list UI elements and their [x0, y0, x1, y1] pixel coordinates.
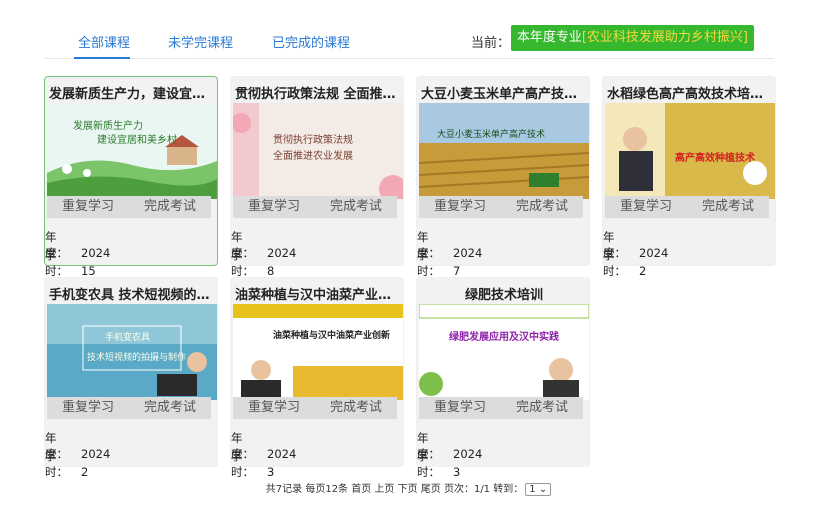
course-hours: 学 时： 3 — [417, 448, 460, 480]
course-hours: 学 时： 7 — [417, 247, 460, 279]
course-hours: 学 时： 15 — [45, 247, 96, 279]
repeat-study-button[interactable]: 重复学习 — [605, 196, 687, 218]
course-filter-tabs: 全部课程 未学完课程 已完成的课程 当前： 本年度专业[农业科技发展助力乡村振兴… — [44, 25, 774, 59]
hours-label: 学 时： — [417, 449, 440, 479]
course-thumbnail[interactable]: 大豆小麦玉米单产高产技术 — [419, 103, 589, 199]
take-exam-button[interactable]: 完成考试 — [129, 196, 211, 218]
course-title[interactable]: 水稻绿色高产高效技术培训... — [607, 83, 773, 102]
thumb-caption: 绿肥发展应用及汉中实践 — [449, 330, 559, 343]
course-title[interactable]: 绿肥技术培训 — [421, 284, 587, 303]
course-thumbnail[interactable]: 油菜种植与汉中油菜产业创新 — [233, 304, 403, 400]
take-exam-button[interactable]: 完成考试 — [129, 397, 211, 419]
current-year-badge: 本年度专业[农业科技发展助力乡村振兴] — [510, 25, 754, 51]
hours-value: 7 — [453, 264, 461, 278]
course-card[interactable]: 贯彻执行政策法规 全面推进... 贯彻执行政策法规 全面推进农业发展 重复学习 … — [230, 76, 404, 278]
hours-value: 2 — [81, 465, 89, 479]
thumb-caption: 贯彻执行政策法规 — [273, 133, 353, 146]
thumb-caption: 手机变农具 — [105, 331, 150, 343]
current-label: 当前： — [470, 36, 510, 51]
pagination-text: 共7记录 每页12条 首页 上页 下页 尾页 页次：1/1 转到： — [265, 484, 524, 495]
current-specialty: [农业科技发展助力乡村振兴] — [581, 30, 748, 45]
hours-value: 3 — [267, 465, 275, 479]
course-hours: 学 时： 2 — [603, 247, 646, 279]
course-title[interactable]: 贯彻执行政策法规 全面推进... — [235, 83, 401, 102]
hours-label: 学 时： — [603, 248, 626, 278]
course-hours: 学 时： 2 — [45, 448, 88, 480]
course-title[interactable]: 发展新质生产力，建设宜居... — [49, 83, 215, 102]
course-card[interactable]: 水稻绿色高产高效技术培训... 高产高效种植技术 重复学习 完成考试 年 度： 2… — [602, 76, 776, 278]
thumb-caption: 全面推进农业发展 — [273, 149, 353, 162]
course-card[interactable]: 大豆小麦玉米单产高产技术... 大豆小麦玉米单产高产技术 重复学习 完成考试 年… — [416, 76, 590, 278]
course-card[interactable]: 发展新质生产力，建设宜居... 发展新质生产力 建设宜居和美乡村 重复学习 完成… — [44, 76, 218, 278]
course-card[interactable]: 绿肥技术培训 绿肥发展应用及汉中实践 重复学习 完成考试 年 度： 2024 学 … — [416, 277, 590, 479]
take-exam-button[interactable]: 完成考试 — [687, 196, 769, 218]
hours-value: 3 — [453, 465, 461, 479]
course-title[interactable]: 大豆小麦玉米单产高产技术... — [421, 83, 587, 102]
course-title[interactable]: 手机变农具 技术短视频的拍... — [49, 284, 215, 303]
repeat-study-button[interactable]: 重复学习 — [419, 397, 501, 419]
hours-label: 学 时： — [45, 248, 68, 278]
take-exam-button[interactable]: 完成考试 — [315, 397, 397, 419]
thumb-caption: 发展新质生产力 — [73, 119, 143, 132]
course-thumbnail[interactable]: 发展新质生产力 建设宜居和美乡村 — [47, 103, 217, 199]
repeat-study-button[interactable]: 重复学习 — [419, 196, 501, 218]
repeat-study-button[interactable]: 重复学习 — [47, 397, 129, 419]
hours-label: 学 时： — [231, 248, 254, 278]
thumb-caption: 技术短视频的拍摄与制作 — [87, 351, 186, 363]
current-year-value: 本年度专业 — [516, 30, 582, 45]
tab-finished-courses[interactable]: 已完成的课程 — [272, 32, 350, 51]
hours-label: 学 时： — [45, 449, 68, 479]
page-select-value: 1 — [529, 484, 536, 495]
chevron-down-icon: ⌄ — [538, 484, 548, 495]
tab-all-courses[interactable]: 全部课程 — [78, 32, 130, 51]
course-thumbnail[interactable]: 手机变农具 技术短视频的拍摄与制作 — [47, 304, 217, 400]
take-exam-button[interactable]: 完成考试 — [501, 397, 583, 419]
tab-active-indicator — [74, 57, 130, 59]
tab-unfinished-courses[interactable]: 未学完课程 — [168, 32, 233, 51]
hours-value: 15 — [81, 264, 96, 278]
tab-divider — [44, 58, 774, 59]
take-exam-button[interactable]: 完成考试 — [315, 196, 397, 218]
course-hours: 学 时： 3 — [231, 448, 274, 480]
repeat-study-button[interactable]: 重复学习 — [47, 196, 129, 218]
page-select[interactable]: 1 ⌄ — [525, 483, 552, 496]
thumb-caption: 建设宜居和美乡村 — [97, 133, 177, 146]
take-exam-button[interactable]: 完成考试 — [501, 196, 583, 218]
hours-value: 2 — [639, 264, 647, 278]
thumb-caption: 大豆小麦玉米单产高产技术 — [437, 128, 545, 140]
hours-label: 学 时： — [231, 449, 254, 479]
course-thumbnail[interactable]: 绿肥发展应用及汉中实践 — [419, 304, 589, 400]
thumb-caption: 高产高效种植技术 — [675, 151, 755, 164]
course-title[interactable]: 油菜种植与汉中油菜产业创... — [235, 284, 401, 303]
course-card[interactable]: 手机变农具 技术短视频的拍... 手机变农具 技术短视频的拍摄与制作 重复学习 … — [44, 277, 218, 479]
course-card[interactable]: 油菜种植与汉中油菜产业创... 油菜种植与汉中油菜产业创新 重复学习 完成考试 … — [230, 277, 404, 479]
course-hours: 学 时： 8 — [231, 247, 274, 279]
repeat-study-button[interactable]: 重复学习 — [233, 397, 315, 419]
hours-label: 学 时： — [417, 248, 440, 278]
thumb-caption: 油菜种植与汉中油菜产业创新 — [273, 329, 390, 341]
course-thumbnail[interactable]: 贯彻执行政策法规 全面推进农业发展 — [233, 103, 403, 199]
course-thumbnail[interactable]: 高产高效种植技术 — [605, 103, 775, 199]
repeat-study-button[interactable]: 重复学习 — [233, 196, 315, 218]
hours-value: 8 — [267, 264, 275, 278]
pagination: 共7记录 每页12条 首页 上页 下页 尾页 页次：1/1 转到： 1 ⌄ — [0, 480, 817, 496]
